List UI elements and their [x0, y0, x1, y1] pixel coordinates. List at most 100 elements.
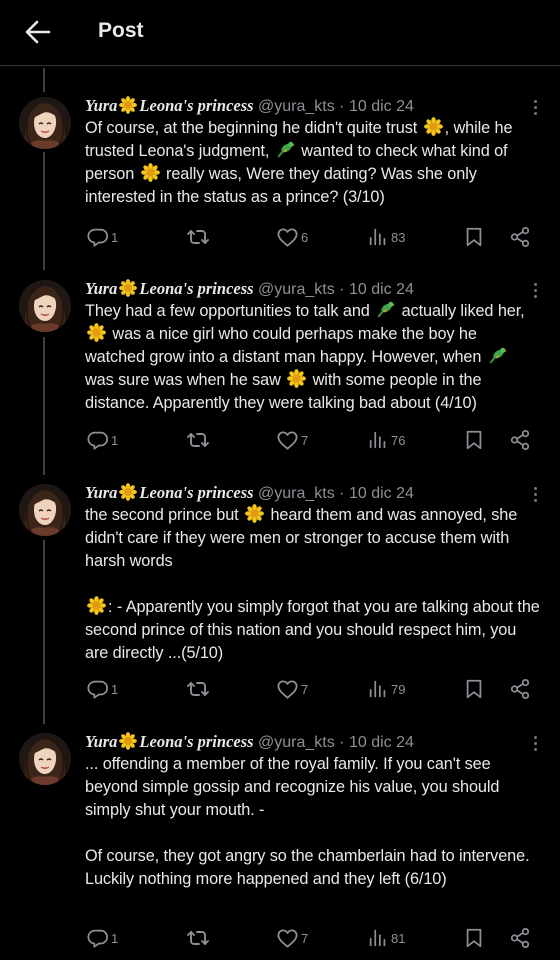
views-button[interactable]: 81: [367, 925, 405, 951]
display-name[interactable]: Yura Leona's princess: [85, 279, 254, 298]
sunflower-emoji-icon: [87, 323, 106, 342]
sunflower-emoji-icon: [119, 732, 137, 750]
like-count: 7: [301, 432, 309, 448]
retweet-button[interactable]: [186, 925, 210, 951]
share-icon: [509, 226, 531, 248]
reply-icon: [87, 678, 109, 700]
timestamp[interactable]: 10 dic 24: [349, 485, 414, 502]
display-name[interactable]: Yura Leona's princess: [85, 96, 254, 115]
back-button[interactable]: [22, 16, 54, 48]
sunflower-emoji-icon: [141, 163, 160, 182]
reply-icon: [87, 226, 109, 248]
user-handle[interactable]: @yura_kts: [258, 281, 335, 298]
reply-count: 1: [111, 930, 119, 946]
tweet-text: They had a few opportunities to talk and…: [85, 300, 525, 412]
views-button[interactable]: 83: [367, 224, 405, 250]
tweet-header: Yura Leona's princess @yura_kts · 10 dic …: [85, 483, 414, 502]
reply-button[interactable]: 1: [87, 427, 118, 453]
bookmark-button[interactable]: [463, 676, 485, 702]
retweet-icon: [186, 225, 210, 249]
avatar[interactable]: [19, 733, 71, 785]
bookmark-icon: [463, 429, 485, 451]
tweet-actions: 1 7 79: [0, 676, 560, 702]
retweet-icon: [186, 677, 210, 701]
display-name[interactable]: Yura Leona's princess: [85, 483, 254, 502]
like-button[interactable]: 7: [276, 427, 308, 453]
bookmark-button[interactable]: [463, 925, 485, 951]
tweet-text: ... offending a member of the royal fami…: [85, 755, 530, 888]
view-count: 83: [391, 229, 406, 245]
avatar[interactable]: [19, 484, 71, 536]
sunflower-emoji-icon: [424, 117, 443, 136]
page-title: Post: [98, 19, 144, 42]
timestamp[interactable]: 10 dic 24: [349, 734, 414, 751]
arrow-left-icon: [25, 20, 51, 44]
heart-icon: [276, 429, 299, 452]
tweet-actions: 1 6 83: [0, 224, 560, 250]
tweet-header: Yura Leona's princess @yura_kts · 10 dic …: [85, 279, 414, 298]
retweet-button[interactable]: [186, 224, 210, 250]
user-handle[interactable]: @yura_kts: [258, 485, 335, 502]
view-count: 76: [391, 432, 406, 448]
heart-icon: [276, 678, 299, 701]
reply-count: 1: [111, 681, 119, 697]
user-handle[interactable]: @yura_kts: [258, 98, 335, 115]
retweet-icon: [186, 428, 210, 452]
sunflower-emoji-icon: [119, 483, 137, 501]
retweet-icon: [186, 926, 210, 950]
bookmark-button[interactable]: [463, 224, 485, 250]
retweet-button[interactable]: [186, 676, 210, 702]
like-count: 6: [301, 229, 309, 245]
parrot-emoji-icon: [488, 346, 507, 365]
views-button[interactable]: 76: [367, 427, 405, 453]
bookmark-button[interactable]: [463, 427, 485, 453]
views-button[interactable]: 79: [367, 676, 405, 702]
like-count: 7: [301, 681, 309, 697]
more-options-button[interactable]: [528, 484, 542, 506]
more-options-button[interactable]: [528, 97, 542, 119]
tweet-header: Yura Leona's princess @yura_kts · 10 dic …: [85, 732, 414, 751]
heart-icon: [276, 226, 299, 249]
heart-icon: [276, 927, 299, 950]
tweet-actions: 1 7 76: [0, 427, 560, 453]
tweet-header: Yura Leona's princess @yura_kts · 10 dic …: [85, 96, 414, 115]
top-bar: Post: [0, 0, 560, 66]
like-button[interactable]: 7: [276, 676, 308, 702]
view-count: 81: [391, 930, 406, 946]
avatar[interactable]: [19, 97, 71, 149]
reply-button[interactable]: 1: [87, 676, 118, 702]
reply-count: 1: [111, 432, 119, 448]
like-button[interactable]: 6: [276, 224, 308, 250]
parrot-emoji-icon: [376, 300, 395, 319]
like-button[interactable]: 7: [276, 925, 308, 951]
sunflower-emoji-icon: [119, 96, 137, 114]
reply-button[interactable]: 1: [87, 224, 118, 250]
timestamp[interactable]: 10 dic 24: [349, 281, 414, 298]
like-count: 7: [301, 930, 309, 946]
display-name[interactable]: Yura Leona's princess: [85, 732, 254, 751]
sunflower-emoji-icon: [245, 504, 264, 523]
share-button[interactable]: [509, 676, 531, 702]
user-handle[interactable]: @yura_kts: [258, 734, 335, 751]
reply-count: 1: [111, 229, 119, 245]
avatar[interactable]: [19, 280, 71, 332]
more-options-button[interactable]: [528, 733, 542, 755]
reply-icon: [87, 927, 109, 949]
tweet-text: the second prince but heard them and was…: [85, 504, 540, 662]
sunflower-emoji-icon: [119, 279, 137, 297]
retweet-button[interactable]: [186, 427, 210, 453]
share-button[interactable]: [509, 925, 531, 951]
share-button[interactable]: [509, 427, 531, 453]
tweet-actions: 1 7 81: [0, 925, 560, 951]
views-icon: [367, 226, 389, 248]
views-icon: [367, 429, 389, 451]
views-icon: [367, 678, 389, 700]
more-options-button[interactable]: [528, 280, 542, 302]
share-button[interactable]: [509, 224, 531, 250]
timestamp[interactable]: 10 dic 24: [349, 98, 414, 115]
sunflower-emoji-icon: [287, 369, 306, 388]
view-count: 79: [391, 681, 406, 697]
bookmark-icon: [463, 927, 485, 949]
parrot-emoji-icon: [276, 140, 295, 159]
reply-button[interactable]: 1: [87, 925, 118, 951]
